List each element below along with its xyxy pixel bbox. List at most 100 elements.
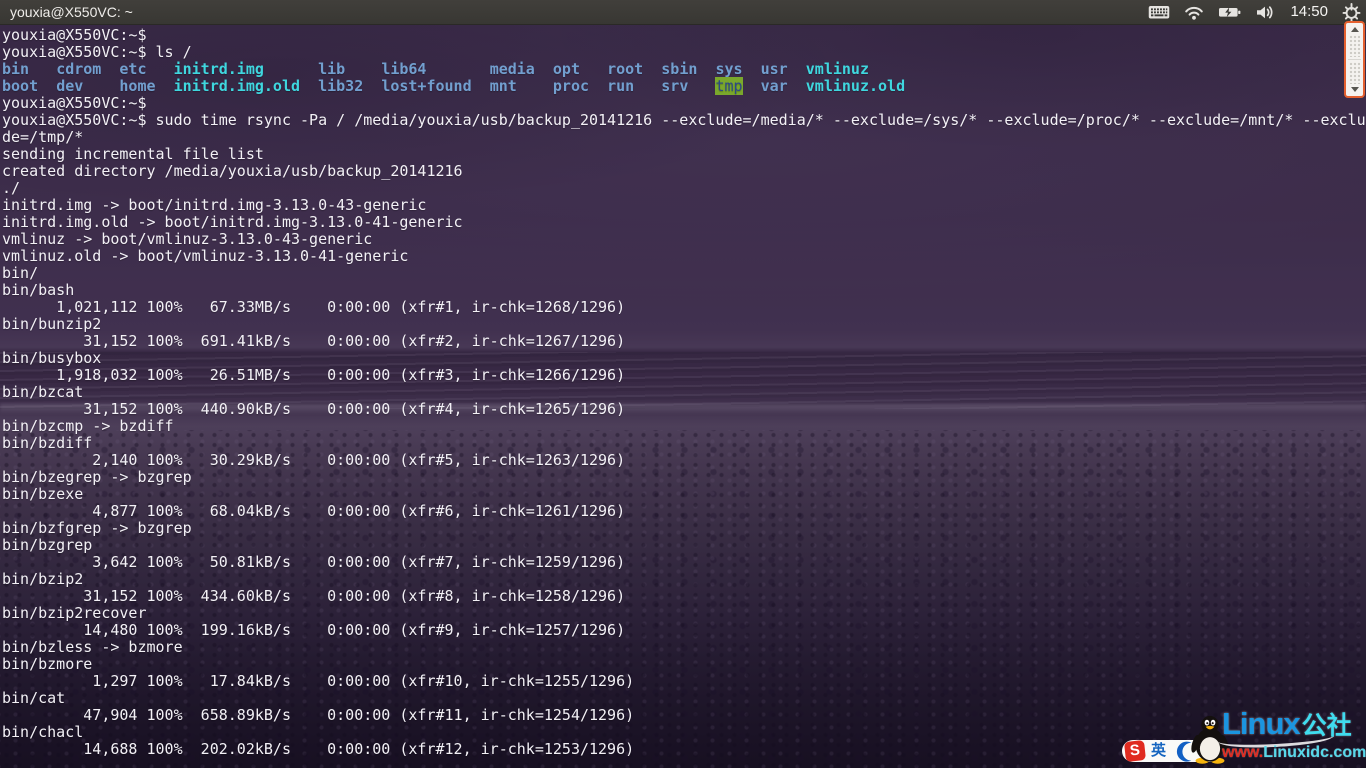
- terminal-line: bin/bzcat: [2, 384, 1366, 401]
- clock[interactable]: 14:50: [1290, 0, 1328, 24]
- terminal-line: 31,152 100% 440.90kB/s 0:00:00 (xfr#4, i…: [2, 401, 1366, 418]
- terminal-line: initrd.img -> boot/initrd.img-3.13.0-43-…: [2, 197, 1366, 214]
- terminal-text-segment: dev: [56, 77, 83, 95]
- terminal-text-segment: bin: [2, 60, 29, 78]
- terminal-text-segment: lib32: [318, 77, 363, 95]
- terminal-text-segment: run: [607, 77, 634, 95]
- terminal-line: bin cdrom etc initrd.img lib lib64 media…: [2, 61, 1366, 78]
- terminal-line: 31,152 100% 691.41kB/s 0:00:00 (xfr#2, i…: [2, 333, 1366, 350]
- terminal-text-segment: [743, 60, 761, 78]
- terminal-text-segment: [83, 77, 119, 95]
- s-logo-badge: S: [1124, 740, 1146, 762]
- terminal-line: 3,642 100% 50.81kB/s 0:00:00 (xfr#7, ir-…: [2, 554, 1366, 571]
- terminal-text-segment: vmlinuz: [806, 60, 869, 78]
- terminal-text-segment: tmp: [715, 77, 742, 95]
- terminal-text-segment: vmlinuz.old: [806, 77, 905, 95]
- terminal-line: youxia@X550VC:~$: [2, 95, 1366, 112]
- terminal-line: 2,140 100% 30.29kB/s 0:00:00 (xfr#5, ir-…: [2, 452, 1366, 469]
- terminal-text-segment: cdrom: [56, 60, 101, 78]
- terminal-text-segment: var: [761, 77, 788, 95]
- terminal-text-segment: [589, 77, 607, 95]
- brand-cn-text: 公社: [1302, 706, 1352, 742]
- scrollbar-grip-top[interactable]: [1349, 35, 1360, 57]
- terminal-line: bin/bzip2: [2, 571, 1366, 588]
- terminal-line: bin/: [2, 265, 1366, 282]
- terminal-text-segment: media: [490, 60, 535, 78]
- terminal-text-segment: lib: [318, 60, 345, 78]
- terminal-line: bin/bash: [2, 282, 1366, 299]
- terminal-line: bin/bzfgrep -> bzgrep: [2, 520, 1366, 537]
- system-tray: 14:50: [1148, 0, 1362, 24]
- terminal-text-segment: srv: [661, 77, 688, 95]
- terminal-text-segment: [345, 60, 381, 78]
- terminal-text-segment: sbin: [661, 60, 697, 78]
- terminal-output[interactable]: youxia@X550VC:~$youxia@X550VC:~$ ls /bin…: [2, 27, 1366, 758]
- terminal-line: bin/bzegrep -> bzgrep: [2, 469, 1366, 486]
- terminal-line: bin/bzexe: [2, 486, 1366, 503]
- terminal-line: bin/bzless -> bzmore: [2, 639, 1366, 656]
- scrollbar-grip-bottom[interactable]: [1349, 62, 1360, 84]
- terminal-line: de=/tmp/*: [2, 129, 1366, 146]
- terminal-text-segment: [535, 60, 553, 78]
- terminal-text-segment: [517, 77, 553, 95]
- url-www-part: www.: [1222, 744, 1263, 761]
- watermark-brand: Linux 公社: [1222, 706, 1352, 742]
- terminal-line: bin/bzgrep: [2, 537, 1366, 554]
- top-panel: youxia@X550VC: ~: [0, 0, 1366, 25]
- terminal-line: bin/bunzip2: [2, 316, 1366, 333]
- scroll-down-arrow-icon[interactable]: [1351, 87, 1359, 92]
- terminal-line: bin/bzcmp -> bzdiff: [2, 418, 1366, 435]
- terminal-text-segment: proc: [553, 77, 589, 95]
- terminal-line: youxia@X550VC:~$: [2, 27, 1366, 44]
- scrollbar-divider: [1348, 59, 1361, 60]
- terminal-line: bin/bzmore: [2, 656, 1366, 673]
- scroll-up-arrow-icon[interactable]: [1351, 27, 1359, 32]
- scrollbar-thumb[interactable]: [1344, 21, 1365, 98]
- terminal-text-segment: [101, 60, 119, 78]
- terminal-text-segment: root: [607, 60, 643, 78]
- terminal-line: ./: [2, 180, 1366, 197]
- battery-charging-icon[interactable]: [1218, 0, 1242, 24]
- terminal-line: youxia@X550VC:~$ sudo time rsync -Pa / /…: [2, 112, 1366, 129]
- terminal-line: 4,877 100% 68.04kB/s 0:00:00 (xfr#6, ir-…: [2, 503, 1366, 520]
- terminal-line: bin/bzdiff: [2, 435, 1366, 452]
- terminal-text-segment: [29, 60, 56, 78]
- wifi-icon[interactable]: [1183, 0, 1205, 24]
- terminal-text-segment: [688, 77, 715, 95]
- linuxidc-watermark: S 英: [1104, 694, 1366, 768]
- terminal-line: bin/busybox: [2, 350, 1366, 367]
- keyboard-indicator-icon[interactable]: [1148, 0, 1170, 24]
- terminal-text-segment: [363, 77, 381, 95]
- terminal-text-segment: usr: [761, 60, 788, 78]
- terminal-line: youxia@X550VC:~$ ls /: [2, 44, 1366, 61]
- terminal-text-segment: sys: [715, 60, 742, 78]
- terminal-text-segment: [634, 77, 661, 95]
- terminal-text-segment: [697, 60, 715, 78]
- volume-icon[interactable]: [1255, 0, 1277, 24]
- terminal-text-segment: initrd.img: [174, 60, 264, 78]
- watermark-url: www.Linuxidc.com: [1222, 744, 1366, 762]
- terminal-line: boot dev home initrd.img.old lib32 lost+…: [2, 78, 1366, 95]
- terminal-text-segment: initrd.img.old: [174, 77, 300, 95]
- terminal-line: 1,297 100% 17.84kB/s 0:00:00 (xfr#10, ir…: [2, 673, 1366, 690]
- terminal-line: sending incremental file list: [2, 146, 1366, 163]
- badge-cn-label: 英: [1151, 742, 1166, 760]
- desktop: youxia@X550VC:~$youxia@X550VC:~$ ls /bin…: [0, 0, 1366, 768]
- terminal-line: bin/bzip2recover: [2, 605, 1366, 622]
- terminal-text-segment: lib64: [381, 60, 426, 78]
- terminal-text-segment: [156, 77, 174, 95]
- terminal-text-segment: lost+found: [381, 77, 471, 95]
- terminal-line: vmlinuz.old -> boot/vmlinuz-3.13.0-41-ge…: [2, 248, 1366, 265]
- window-title: youxia@X550VC: ~: [10, 0, 133, 24]
- terminal-line: 14,480 100% 199.16kB/s 0:00:00 (xfr#9, i…: [2, 622, 1366, 639]
- terminal-text-segment: etc: [119, 60, 146, 78]
- terminal-text-segment: [643, 60, 661, 78]
- terminal-text-segment: [580, 60, 607, 78]
- terminal-text-segment: [788, 77, 806, 95]
- terminal-text-segment: [38, 77, 56, 95]
- terminal-text-segment: [300, 77, 318, 95]
- terminal-line: vmlinuz -> boot/vmlinuz-3.13.0-43-generi…: [2, 231, 1366, 248]
- terminal-text-segment: boot: [2, 77, 38, 95]
- terminal-text-segment: [426, 60, 489, 78]
- terminal-text-segment: [147, 60, 174, 78]
